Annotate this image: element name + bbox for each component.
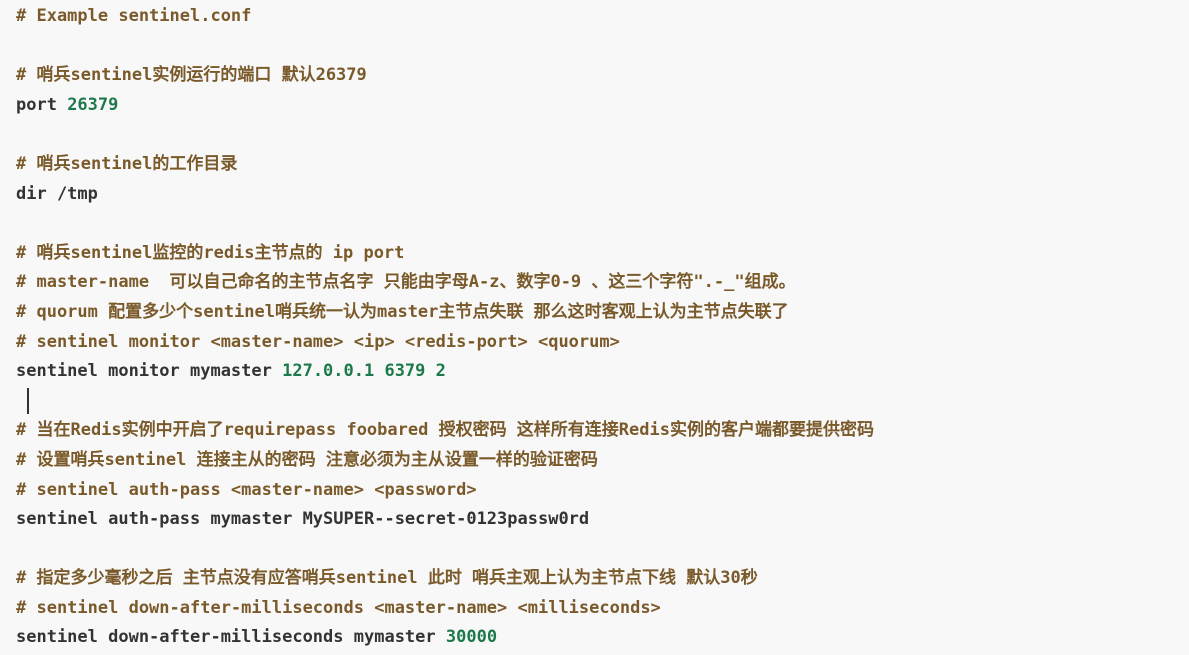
code-line-1: # Example sentinel.conf: [16, 2, 1189, 32]
code-line-9: # 哨兵sentinel监控的redis主节点的 ip port: [16, 239, 1189, 269]
code-comment: # sentinel auth-pass <master-name> <pass…: [16, 479, 477, 500]
code-comment: # quorum 配置多少个sentinel哨兵统一认为master主节点失联 …: [16, 301, 789, 322]
code-line-16: # 设置哨兵sentinel 连接主从的密码 注意必须为主从设置一样的验证密码: [16, 446, 1189, 476]
code-comment: # 哨兵sentinel的工作目录: [16, 153, 238, 174]
code-comment: # 设置哨兵sentinel 连接主从的密码 注意必须为主从设置一样的验证密码: [16, 449, 598, 470]
code-line-21: # sentinel down-after-milliseconds <mast…: [16, 594, 1189, 624]
code-comment: # master-name 可以自己命名的主节点名字 只能由字母A-z、数字0-…: [16, 272, 796, 293]
directive-key: dir /tmp: [16, 183, 98, 204]
directive-key: sentinel down-after-milliseconds mymaste…: [16, 627, 446, 648]
directive-key: sentinel auth-pass mymaster MySUPER--sec…: [16, 509, 590, 530]
code-line-20: # 指定多少毫秒之后 主节点没有应答哨兵sentinel 此时 哨兵主观上认为主…: [16, 564, 1189, 594]
code-comment: # 当在Redis实例中开启了requirepass foobared 授权密码…: [16, 420, 874, 441]
code-line-15: # 当在Redis实例中开启了requirepass foobared 授权密码…: [16, 416, 1189, 446]
code-line-7: dir /tmp: [16, 180, 1189, 210]
code-comment: # sentinel down-after-milliseconds <mast…: [16, 597, 661, 618]
code-line-22: sentinel down-after-milliseconds mymaste…: [16, 623, 1189, 653]
code-comment: # 哨兵sentinel监控的redis主节点的 ip port: [16, 242, 405, 263]
code-line-14: [16, 387, 1189, 417]
code-line-12: # sentinel monitor <master-name> <ip> <r…: [16, 328, 1189, 358]
code-comment: # sentinel monitor <master-name> <ip> <r…: [16, 331, 620, 352]
directive-value: 127.0.0.1 6379 2: [282, 361, 446, 382]
code-line-3: # 哨兵sentinel实例运行的端口 默认26379: [16, 61, 1189, 91]
code-comment: # 指定多少毫秒之后 主节点没有应答哨兵sentinel 此时 哨兵主观上认为主…: [16, 568, 758, 589]
code-line-18: sentinel auth-pass mymaster MySUPER--sec…: [16, 505, 1189, 535]
directive-key: port: [16, 94, 68, 115]
code-line-11: # quorum 配置多少个sentinel哨兵统一认为master主节点失联 …: [16, 298, 1189, 328]
code-block[interactable]: # Example sentinel.conf # 哨兵sentinel实例运行…: [0, 0, 1189, 655]
code-line-17: # sentinel auth-pass <master-name> <pass…: [16, 476, 1189, 506]
code-line-13: sentinel monitor mymaster 127.0.0.1 6379…: [16, 357, 1189, 387]
directive-key: sentinel monitor mymaster: [16, 361, 283, 382]
directive-value: 26379: [67, 94, 119, 115]
code-line-10: # master-name 可以自己命名的主节点名字 只能由字母A-z、数字0-…: [16, 268, 1189, 298]
code-comment: # 哨兵sentinel实例运行的端口 默认26379: [16, 65, 367, 86]
directive-value: 30000: [445, 627, 498, 648]
code-comment: # Example sentinel.conf: [16, 6, 252, 26]
code-line-4: port 26379: [16, 91, 1189, 121]
code-line-6: # 哨兵sentinel的工作目录: [16, 150, 1189, 180]
text-cursor: [27, 387, 29, 414]
